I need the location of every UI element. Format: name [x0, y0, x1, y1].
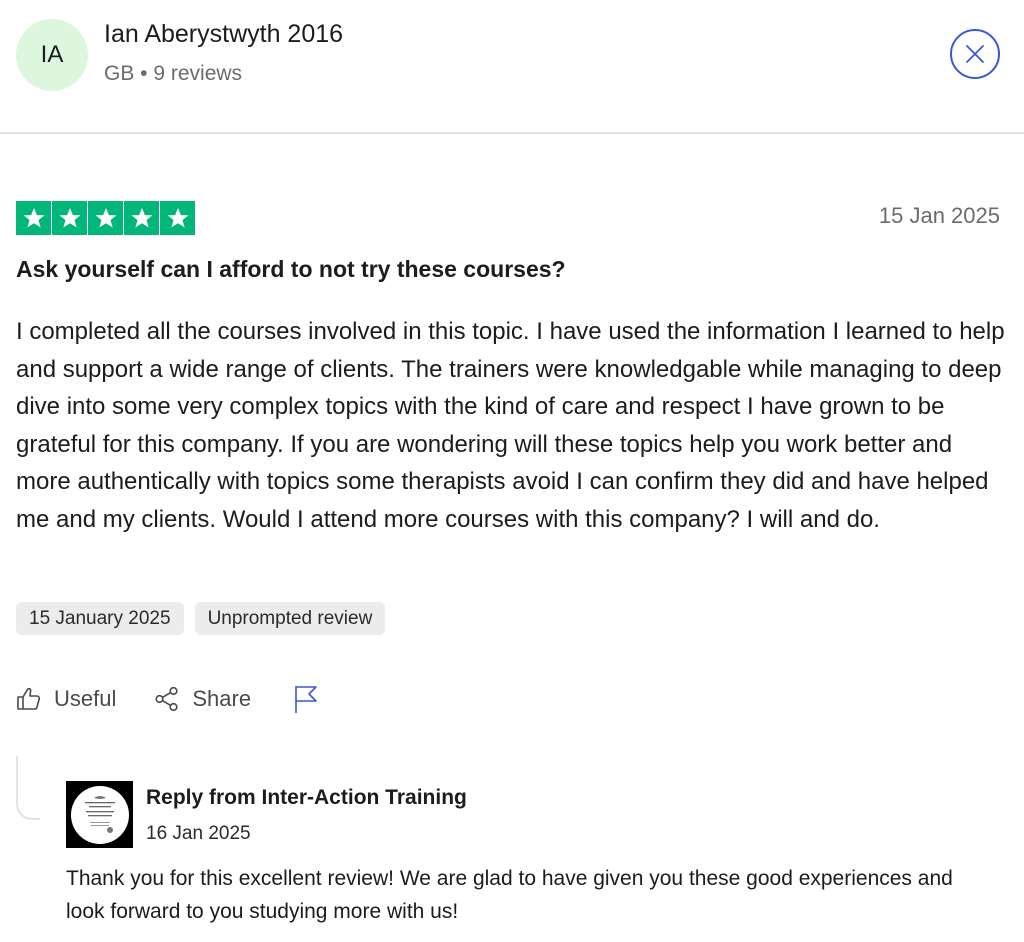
close-button[interactable]	[950, 29, 1000, 79]
useful-button[interactable]: Useful	[16, 686, 116, 712]
reviewer-header: IA Ian Aberystwyth 2016 GB • 9 reviews	[0, 0, 1024, 134]
review-title: Ask yourself can I afford to not try the…	[16, 256, 566, 282]
reviewer-name[interactable]: Ian Aberystwyth 2016	[104, 20, 343, 49]
reply-body: Thank you for this excellent review! We …	[66, 867, 953, 923]
star-rating	[16, 201, 195, 235]
avatar: IA	[16, 19, 88, 91]
flag-icon	[295, 686, 317, 713]
reply-date: 16 Jan 2025	[146, 823, 251, 844]
useful-label: Useful	[54, 686, 117, 711]
close-icon	[966, 45, 984, 63]
unprompted-review-tag[interactable]: Unprompted review	[194, 602, 386, 635]
share-label: Share	[192, 686, 252, 711]
date-of-experience-tag: 15 January 2025	[16, 602, 184, 635]
review-date: 15 Jan 2025	[878, 203, 1000, 228]
avatar-initials: IA	[40, 41, 64, 68]
star-icon	[124, 201, 159, 235]
star-icon	[160, 201, 195, 235]
star-icon	[16, 201, 51, 235]
reply-connector	[16, 756, 40, 820]
report-button[interactable]	[293, 684, 331, 714]
star-icon	[52, 201, 87, 235]
review-actions: Useful Share	[16, 684, 331, 714]
share-icon	[155, 686, 178, 712]
review-tags: 15 January 2025 Unprompted review	[16, 602, 386, 635]
reviewer-meta: GB • 9 reviews	[104, 62, 243, 85]
share-button[interactable]: Share	[154, 686, 251, 712]
thumbs-up-icon	[17, 687, 41, 710]
star-icon	[88, 201, 123, 235]
reply-title: Reply from Inter-Action Training	[146, 786, 467, 809]
company-logo	[66, 781, 133, 848]
review-body: I completed all the courses involved in …	[16, 318, 1005, 533]
